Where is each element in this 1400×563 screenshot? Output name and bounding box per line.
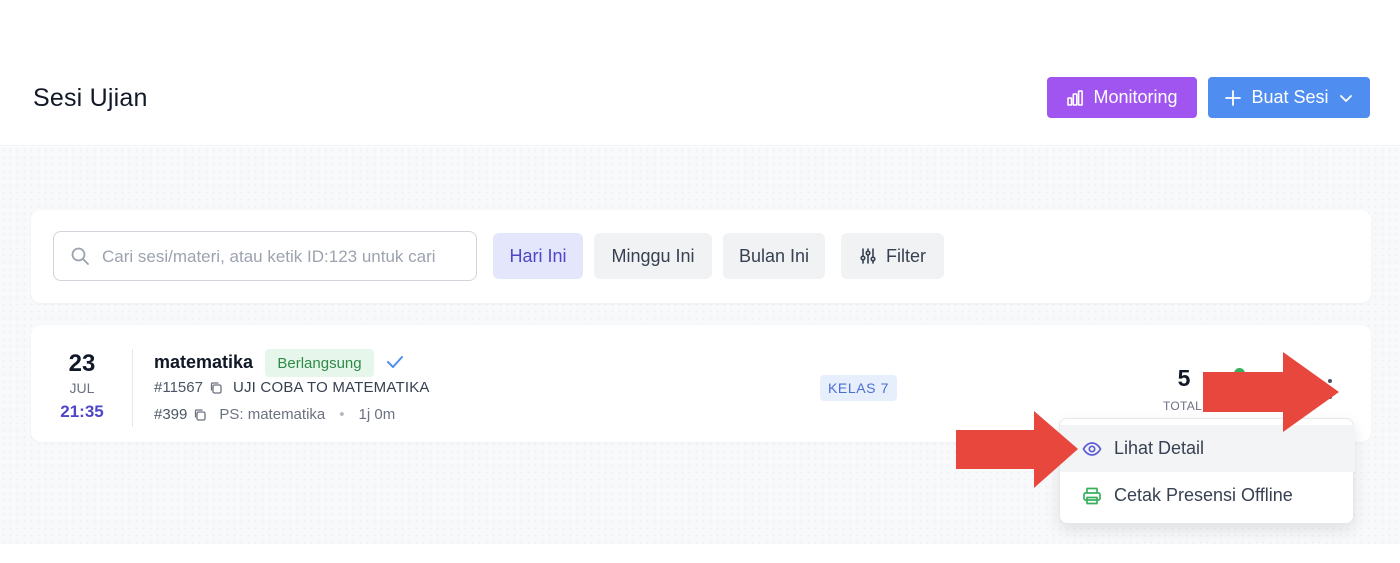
session-date-day: 23 [68,350,96,377]
session-subject: matematika [154,352,254,372]
filter-button[interactable]: Filter [841,233,944,279]
menu-item-label: Lihat Detail [1114,438,1205,458]
search-input[interactable] [102,245,464,269]
check-icon [387,356,403,368]
total-count: 5 [1177,365,1191,391]
filter-label: Filter [886,245,926,266]
session-time: 21:35 [60,402,104,421]
eye-icon [1082,441,1102,456]
bar-chart-icon [1067,89,1084,106]
filter-minggu-ini[interactable]: Minggu Ini [594,233,712,279]
page-title: Sesi Ujian [33,84,148,112]
monitoring-label: Monitoring [1093,87,1178,107]
session-duration: 1j 0m [358,406,396,423]
plus-icon [1225,89,1242,106]
buat-sesi-button[interactable]: Buat Sesi [1208,77,1370,118]
class-badge: KELAS 7 [820,375,897,401]
chevron-down-icon [1339,94,1352,102]
filter-bulan-ini[interactable]: Bulan Ini [723,233,825,279]
search-box[interactable] [53,231,477,281]
buat-sesi-label: Buat Sesi [1251,87,1329,107]
status-badge: Berlangsung [265,349,374,377]
menu-item-label: Cetak Presensi Offline [1114,485,1293,505]
session-date-month: JUL [69,380,95,396]
filter-hari-ini-label: Hari Ini [509,245,567,266]
package-id: #399 [154,406,188,423]
printer-icon [1083,487,1101,504]
search-icon [71,247,89,265]
sliders-icon [860,248,876,264]
copy-icon[interactable] [193,408,207,422]
package-info-row: #399 PS: matematika • 1j 0m [154,406,395,423]
package-name: PS: matematika [219,406,326,423]
separator-dot: • [339,406,345,423]
header-bar: Sesi Ujian Monitoring Buat Sesi [0,0,1400,146]
exam-title: UJI COBA TO MATEMATIKA [232,379,430,396]
menu-item-lihat-detail[interactable]: Lihat Detail [1060,425,1355,472]
divider [132,349,133,427]
monitoring-button[interactable]: Monitoring [1047,77,1197,118]
annotation-arrow [956,411,1078,488]
filter-hari-ini[interactable]: Hari Ini [493,233,583,279]
menu-item-cetak-presensi[interactable]: Cetak Presensi Offline [1060,472,1355,519]
filter-bulan-ini-label: Bulan Ini [738,245,810,266]
exam-info-row: #11567 UJI COBA TO MATEMATIKA [154,379,430,396]
exam-id: #11567 [154,379,203,396]
actions-dropdown: Lihat Detail Cetak Presensi Offline [1059,418,1355,524]
annotation-arrow [1203,352,1339,432]
total-label: TOTAL [1163,399,1203,413]
copy-icon[interactable] [209,381,223,395]
filter-minggu-ini-label: Minggu Ini [611,245,695,266]
